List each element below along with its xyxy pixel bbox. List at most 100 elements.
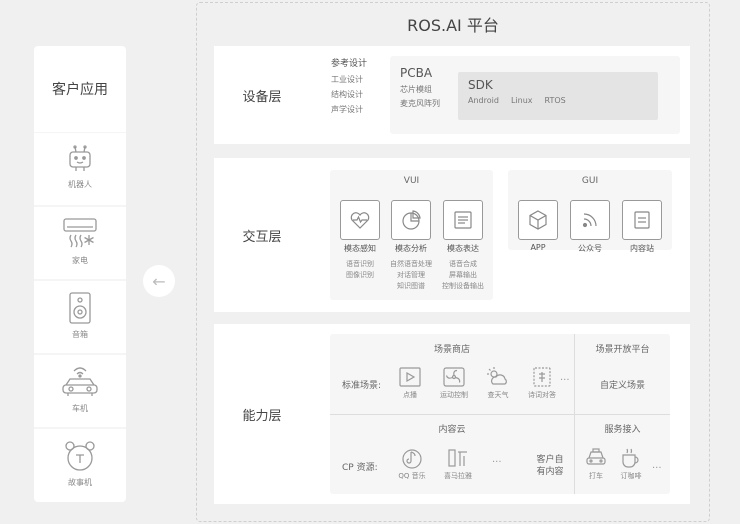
gui-title: GUI xyxy=(581,176,599,186)
scene-item-motion[interactable]: 运动控制 xyxy=(434,366,474,401)
service-item-label: 打车 xyxy=(589,472,603,480)
vui-item-expression[interactable]: 模态表达 语音合成 屏幕输出 控制设备输出 xyxy=(438,200,488,292)
platform-title: ROS.AI 平台 xyxy=(407,16,499,35)
vui-item-label: 模态表达 xyxy=(447,244,479,253)
gui-item-official-account[interactable]: 公众号 xyxy=(566,200,614,254)
scene-item-label: 诗词对答 xyxy=(528,391,556,399)
custom-scene-label[interactable]: 自定义场景 xyxy=(575,378,670,391)
layer-name: 能力层 xyxy=(242,408,282,424)
air-conditioner-icon xyxy=(62,217,98,251)
scene-store-more: ... xyxy=(560,372,570,383)
content-item-ximalaya[interactable]: 喜马拉雅 xyxy=(436,446,480,482)
vui-sub: 图像识别 xyxy=(346,271,374,279)
vui-sub: 对话管理 xyxy=(397,271,425,279)
capability-grid: 场景商店 标准场景: 点播 运动控制 查天气 诗词对答 ... 场景开放平台 自… xyxy=(330,334,670,494)
robot-icon xyxy=(65,145,95,175)
design-item: 工业设计 xyxy=(331,75,363,84)
document-icon xyxy=(443,200,483,240)
client-item-robot[interactable]: 机器人 xyxy=(34,133,126,205)
layer-name: 设备层 xyxy=(242,89,282,105)
fan-icon xyxy=(442,366,466,388)
device-layer: 设备层 参考设计 工业设计 结构设计 声学设计 PCBA 芯片模组 麦克风阵列 … xyxy=(214,46,690,144)
client-item-label: 音箱 xyxy=(72,330,88,339)
pcba-item: 芯片模组 xyxy=(400,85,432,94)
design-item: 结构设计 xyxy=(331,90,363,99)
scene-item-weather[interactable]: 查天气 xyxy=(478,366,518,401)
sdk-title: SDK xyxy=(468,78,493,92)
sdk-panel: SDK Android Linux RTOS xyxy=(458,72,658,120)
client-item-label: 车机 xyxy=(72,404,88,413)
scene-item-label: 查天气 xyxy=(487,391,509,399)
cp-resource-label: CP 资源: xyxy=(342,463,378,473)
car-icon xyxy=(60,363,100,399)
content-item-qq-music[interactable]: QQ 音乐 xyxy=(390,446,434,482)
client-item-story-machine[interactable]: 故事机 xyxy=(34,429,126,502)
pie-chart-icon xyxy=(391,200,431,240)
gui-item-label: 内容站 xyxy=(630,244,654,253)
pcba-item: 麦克风阵列 xyxy=(400,99,440,108)
vui-title: VUI xyxy=(403,176,420,186)
taxi-icon xyxy=(584,446,608,470)
client-item-appliance[interactable]: 家电 xyxy=(34,207,126,279)
client-item-label: 机器人 xyxy=(68,180,92,189)
content-icon xyxy=(622,200,662,240)
scene-platform-title: 场景开放平台 xyxy=(595,345,650,355)
content-item-label: QQ 音乐 xyxy=(398,472,426,480)
vui-sub: 控制设备输出 xyxy=(442,282,484,290)
layer-name: 交互层 xyxy=(242,229,282,245)
capability-layer: 能力层 场景商店 标准场景: 点播 运动控制 查天气 诗词对答 ... 场景开放… xyxy=(214,324,690,504)
service-item-coffee[interactable]: 订咖啡 xyxy=(614,446,648,482)
service-title: 服务接入 xyxy=(604,425,641,435)
content-cloud-title: 内容云 xyxy=(438,425,466,435)
service-item-taxi[interactable]: 打车 xyxy=(582,446,610,482)
gui-item-label: 公众号 xyxy=(578,244,602,253)
reference-design: 参考设计 工业设计 结构设计 声学设计 xyxy=(331,56,391,117)
rss-icon xyxy=(570,200,610,240)
vui-item-perception[interactable]: 模态感知 语音识别 图像识别 xyxy=(336,200,384,281)
gui-panel: GUI APP 公众号 内容站 xyxy=(508,170,672,253)
client-apps-title: 客户应用 xyxy=(34,46,126,132)
service-more: ... xyxy=(652,460,662,471)
design-item: 声学设计 xyxy=(331,105,363,114)
vui-item-label: 模态分析 xyxy=(395,244,427,253)
vui-sub: 语音识别 xyxy=(346,260,374,268)
arrow-left-icon: ← xyxy=(152,271,166,291)
client-apps-panel: 客户应用 机器人 家电 音箱 车机 故事机 xyxy=(34,46,126,502)
vui-sub: 语音合成 xyxy=(449,260,477,268)
vui-panel: VUI 模态感知 语音识别 图像识别 模态分析 自然语音处理 对话管理 知识图谱 xyxy=(330,170,493,300)
heart-wave-icon xyxy=(340,200,380,240)
qq-music-icon xyxy=(400,446,424,470)
coffee-icon xyxy=(619,446,643,470)
pcba-block: PCBA 芯片模组 麦克风阵列 xyxy=(400,66,440,111)
scene-item-label: 点播 xyxy=(403,391,417,399)
weather-icon xyxy=(485,366,511,388)
client-item-speaker[interactable]: 音箱 xyxy=(34,281,126,353)
gui-item-content-site[interactable]: 内容站 xyxy=(618,200,666,254)
vui-sub: 知识图谱 xyxy=(397,282,425,290)
scene-store-title: 场景商店 xyxy=(433,345,470,355)
scene-item-play[interactable]: 点播 xyxy=(390,366,430,401)
scene-item-label: 运动控制 xyxy=(440,391,468,399)
sdk-platform: Linux xyxy=(510,96,533,105)
client-item-car[interactable]: 车机 xyxy=(34,355,126,427)
cube-icon xyxy=(518,200,558,240)
pcba-title: PCBA xyxy=(400,66,433,80)
scene-item-poem[interactable]: 诗词对答 xyxy=(522,366,562,401)
poem-icon xyxy=(530,366,554,388)
service-item-label: 订咖啡 xyxy=(620,472,642,480)
back-arrow-button[interactable]: ← xyxy=(143,265,175,297)
ximalaya-icon xyxy=(446,446,470,470)
sdk-platform: RTOS xyxy=(544,96,566,105)
vui-item-analysis[interactable]: 模态分析 自然语音处理 对话管理 知识图谱 xyxy=(387,200,435,292)
client-item-label: 家电 xyxy=(72,256,88,265)
gui-item-app[interactable]: APP xyxy=(514,200,562,252)
gui-item-label: APP xyxy=(530,243,546,252)
vui-sub: 自然语音处理 xyxy=(390,260,432,268)
vui-item-label: 模态感知 xyxy=(344,244,376,253)
speaker-icon xyxy=(65,291,95,325)
client-item-label: 故事机 xyxy=(68,478,92,487)
row-divider xyxy=(330,414,670,415)
play-icon xyxy=(398,366,422,388)
own-content-label: 客户自 有内容 xyxy=(536,455,564,477)
pcba-panel: PCBA 芯片模组 麦克风阵列 SDK Android Linux RTOS xyxy=(390,56,680,134)
